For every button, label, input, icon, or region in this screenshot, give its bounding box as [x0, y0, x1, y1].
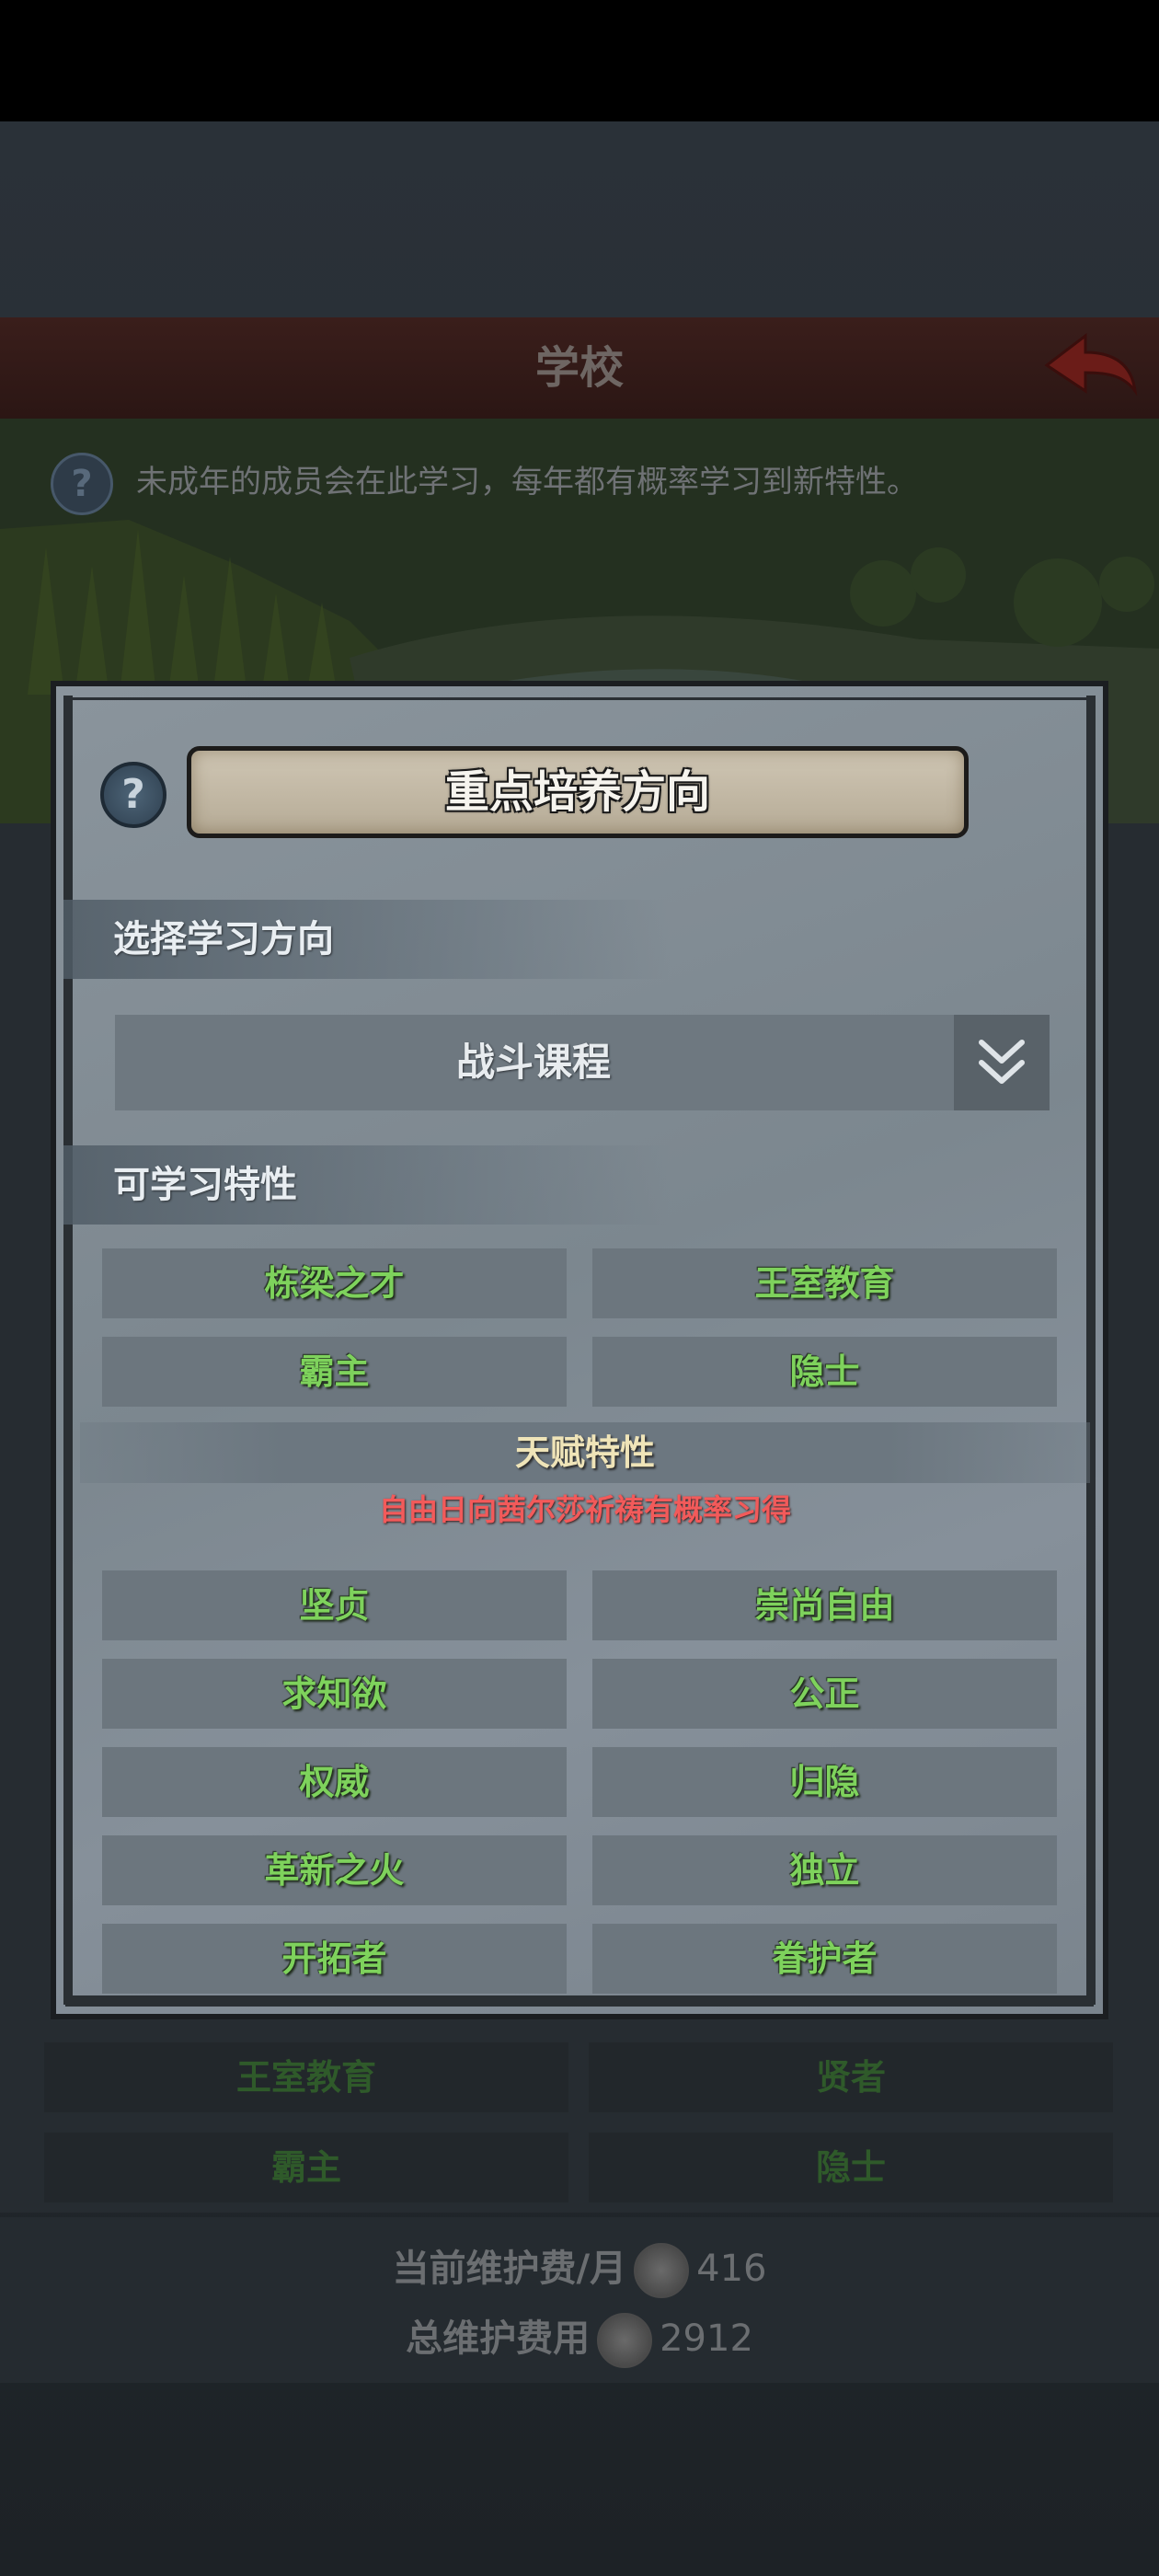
talent-traits-note: 自由日向茜尔莎祈祷有概率习得 — [378, 1492, 791, 1527]
training-direction-dialog: ? 重点培养方向 选择学习方向 战斗课程 可学习特性 栋梁之才 王室教育 霸主 … — [51, 681, 1108, 2019]
dialog-title: 重点培养方向 — [444, 766, 710, 818]
bg-trait-cell: 霸主 — [44, 2133, 568, 2202]
silver-coin-icon — [634, 2243, 690, 2298]
learnable-traits-label: 可学习特性 — [113, 1164, 297, 1206]
direction-dropdown-value[interactable]: 战斗课程 — [115, 1015, 952, 1110]
talent-trait-button[interactable]: 坚贞 — [102, 1570, 567, 1640]
info-text: 未成年的成员会在此学习，每年都有概率学习到新特性。 — [136, 464, 918, 500]
talent-trait-button[interactable]: 独立 — [592, 1835, 1057, 1905]
status-bar — [0, 0, 1159, 121]
monthly-maintenance-label: 当前维护费/月 — [392, 2248, 627, 2290]
bg-trait-cell: 王室教育 — [44, 2042, 568, 2112]
bg-trait-cell: 贤者 — [589, 2042, 1113, 2112]
bg-trait-cell: 隐士 — [589, 2133, 1113, 2202]
talent-trait-button[interactable]: 权威 — [102, 1747, 567, 1817]
total-maintenance-label: 总维护费用 — [406, 2317, 591, 2360]
learnable-traits-header: 可学习特性 — [63, 1145, 671, 1225]
dialog-frame-bottom — [65, 1995, 1094, 2007]
page-title: 学校 — [534, 342, 624, 394]
trait-button[interactable]: 隐士 — [592, 1337, 1057, 1407]
trait-button[interactable]: 王室教育 — [592, 1248, 1057, 1318]
silver-coin-icon — [597, 2313, 653, 2368]
info-icon[interactable]: ? — [51, 453, 113, 515]
talent-trait-button[interactable]: 开拓者 — [102, 1924, 567, 1994]
total-maintenance-value: 2912 — [660, 2317, 753, 2360]
trait-button[interactable]: 霸主 — [102, 1337, 567, 1407]
talent-traits-title: 天赋特性 — [514, 1432, 655, 1473]
talent-trait-button[interactable]: 公正 — [592, 1659, 1057, 1729]
talent-trait-button[interactable]: 崇尚自由 — [592, 1570, 1057, 1640]
double-chevron-down-icon[interactable] — [954, 1015, 1050, 1110]
back-arrow-icon[interactable] — [1039, 327, 1141, 409]
question-circle-icon[interactable]: ? — [100, 762, 166, 828]
total-maintenance: 总维护费用 2912 — [0, 2311, 1159, 2368]
monthly-maintenance-value: 416 — [696, 2248, 767, 2290]
trait-button[interactable]: 栋梁之才 — [102, 1248, 567, 1318]
talent-trait-button[interactable]: 革新之火 — [102, 1835, 567, 1905]
monthly-maintenance: 当前维护费/月 416 — [0, 2241, 1159, 2298]
select-direction-label: 选择学习方向 — [113, 918, 334, 960]
talent-trait-button[interactable]: 眷护者 — [592, 1924, 1057, 1994]
dialog-frame-left — [63, 696, 73, 2005]
select-direction-header: 选择学习方向 — [63, 900, 671, 979]
talent-trait-button[interactable]: 归隐 — [592, 1747, 1057, 1817]
talent-trait-button[interactable]: 求知欲 — [102, 1659, 567, 1729]
dialog-frame-right — [1086, 696, 1096, 2005]
